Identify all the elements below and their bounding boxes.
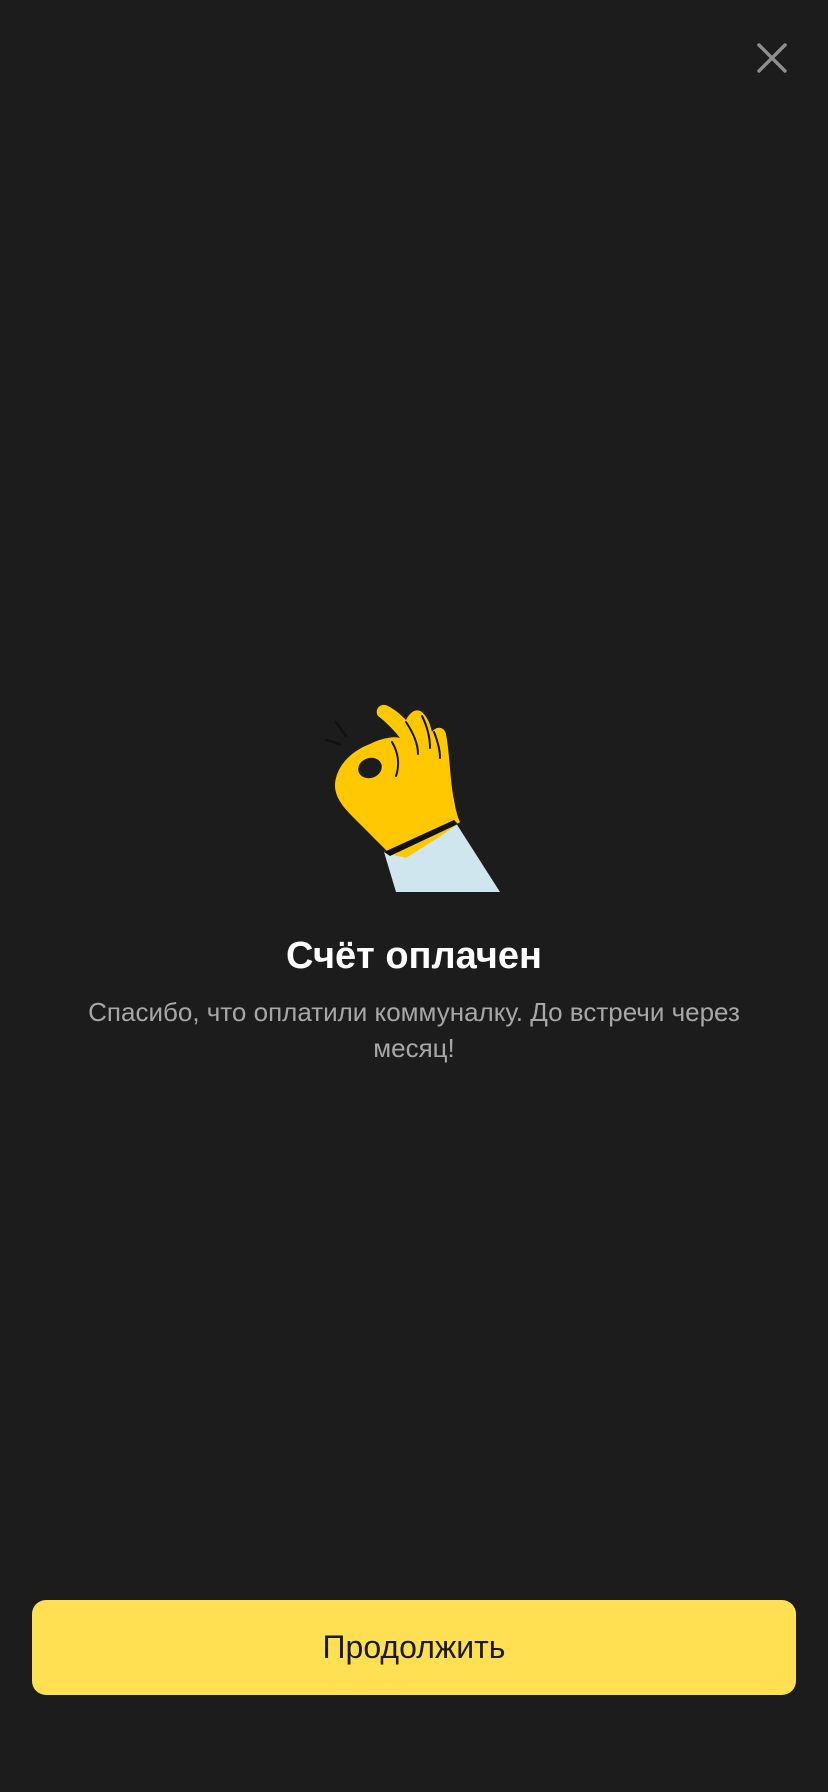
continue-button-label: Продолжить [322, 1629, 506, 1665]
close-button[interactable] [750, 36, 794, 80]
page-title: Счёт оплачен [286, 935, 542, 977]
ok-hand-illustration [318, 692, 510, 892]
close-icon [757, 43, 787, 73]
ok-hand-gesture-icon [324, 704, 500, 892]
page-subtitle: Спасибо, что оплатили коммуналку. До вст… [88, 997, 740, 1063]
continue-button[interactable]: Продолжить [32, 1600, 796, 1695]
